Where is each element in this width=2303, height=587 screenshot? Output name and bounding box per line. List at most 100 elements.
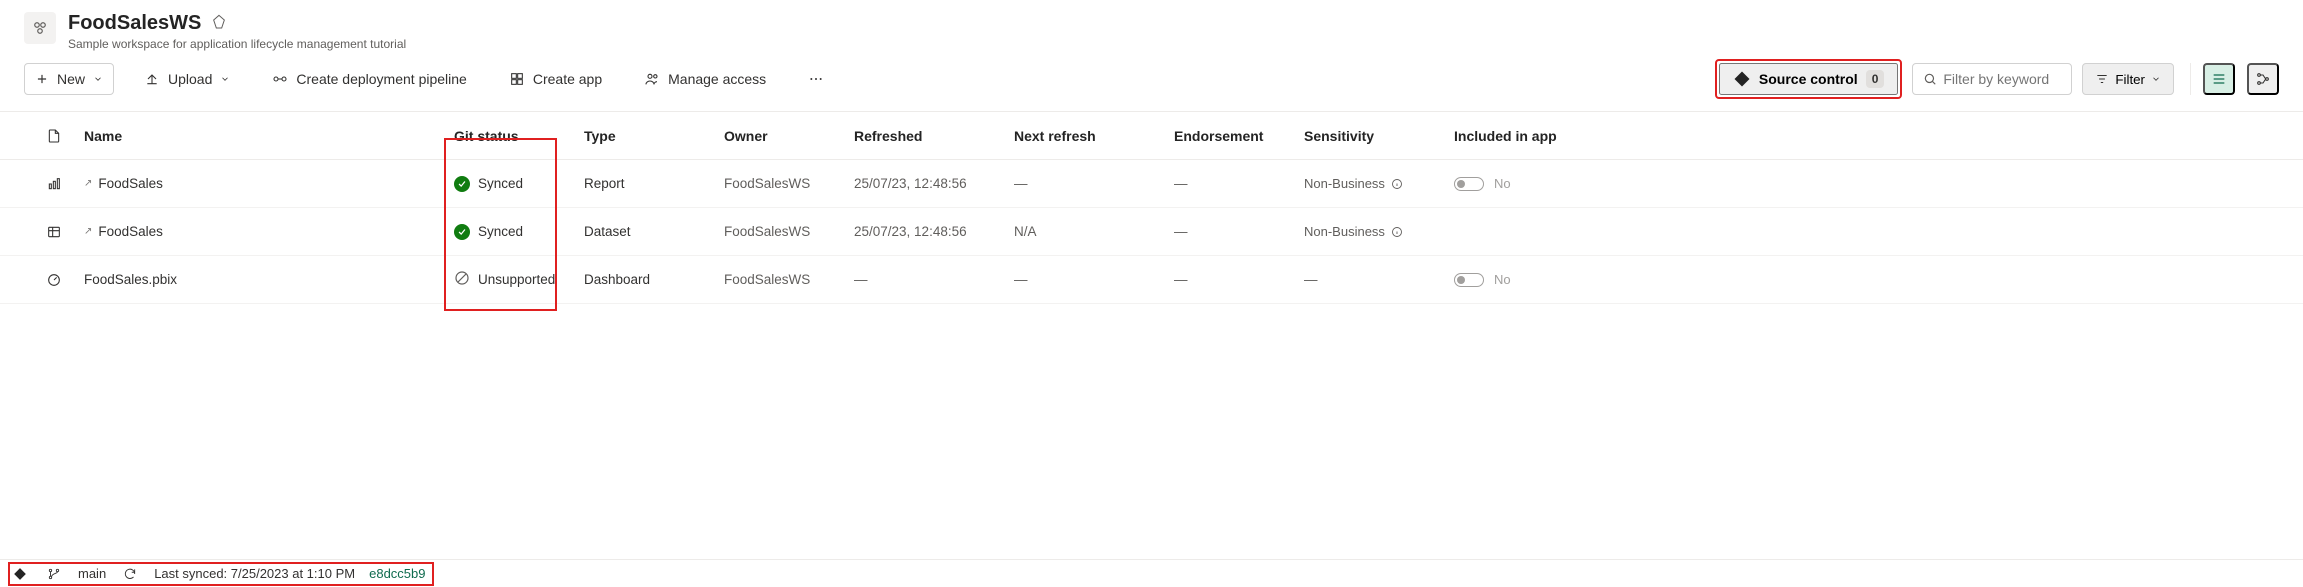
workspace-title: FoodSalesWS [68, 12, 201, 35]
owner-value: FoodSalesWS [724, 176, 854, 191]
filter-keyword-input[interactable] [1943, 71, 2061, 87]
file-icon [46, 128, 62, 144]
lineage-view-button[interactable] [2247, 63, 2279, 95]
upload-button[interactable]: Upload [132, 63, 242, 95]
endorsement-value: — [1174, 224, 1304, 239]
col-sensitivity[interactable]: Sensitivity [1304, 128, 1454, 144]
item-name[interactable]: FoodSales.pbix [84, 272, 177, 287]
owner-value: FoodSalesWS [724, 224, 854, 239]
create-app-label: Create app [533, 71, 602, 87]
toolbar: New Upload Create deployment pipeline Cr… [0, 59, 2303, 112]
workspace-header: FoodSalesWS Sample workspace for applica… [0, 0, 2303, 59]
link-caret-icon: ↗ [84, 178, 92, 189]
endorsement-value: — [1174, 176, 1304, 191]
next-refresh-value: — [1014, 272, 1174, 287]
git-status-value: Unsupported [478, 272, 555, 287]
table-header: Name Git status Type Owner Refreshed Nex… [0, 112, 2303, 160]
premium-icon [211, 14, 227, 33]
manage-access-button[interactable]: Manage access [632, 63, 778, 95]
new-button[interactable]: New [24, 63, 114, 95]
source-control-highlight: Source control 0 [1715, 59, 1902, 99]
included-value: No [1494, 176, 1511, 191]
refreshed-value: 25/07/23, 12:48:56 [854, 176, 1014, 191]
workspace-subtitle: Sample workspace for application lifecyc… [68, 37, 406, 51]
dashboard-icon [24, 272, 84, 288]
git-status-value: Synced [478, 176, 523, 191]
filter-button[interactable]: Filter [2082, 63, 2174, 95]
create-app-button[interactable]: Create app [497, 63, 614, 95]
new-label: New [57, 71, 85, 87]
sync-icon[interactable] [120, 567, 140, 581]
manage-access-label: Manage access [668, 71, 766, 87]
more-button[interactable] [796, 63, 836, 95]
col-endorsement[interactable]: Endorsement [1174, 128, 1304, 144]
item-name[interactable]: FoodSales [98, 176, 163, 191]
included-value: No [1494, 272, 1511, 287]
upload-icon [144, 71, 160, 87]
sensitivity-value: — [1304, 272, 1454, 287]
git-status-icon [454, 270, 470, 289]
list-view-button[interactable] [2203, 63, 2235, 95]
create-deployment-button[interactable]: Create deployment pipeline [260, 63, 478, 95]
lineage-icon [2255, 71, 2271, 87]
sensitivity-value: Non-Business [1304, 224, 1385, 239]
git-status-icon [454, 176, 470, 192]
people-icon [644, 71, 660, 87]
table-row[interactable]: FoodSales.pbix Unsupported DashboardFoodSa… [0, 256, 2303, 304]
more-icon [808, 71, 824, 87]
git-status-icon [454, 224, 470, 240]
sensitivity-value: Non-Business [1304, 176, 1385, 191]
col-included[interactable]: Included in app [1454, 128, 2279, 144]
next-refresh-value: — [1014, 176, 1174, 191]
item-name[interactable]: FoodSales [98, 224, 163, 239]
workspace-icon [24, 12, 56, 44]
refreshed-value: 25/07/23, 12:48:56 [854, 224, 1014, 239]
info-icon [1391, 178, 1403, 190]
git-status-value: Synced [478, 224, 523, 239]
pipeline-icon [272, 71, 288, 87]
branch-name[interactable]: main [78, 566, 106, 581]
table-row[interactable]: ↗ FoodSales Synced DatasetFoodSalesWS25/07/… [0, 208, 2303, 256]
deploy-label: Create deployment pipeline [296, 71, 466, 87]
commit-hash[interactable]: e8dcc5b9 [369, 566, 425, 581]
col-git-status[interactable]: Git status [454, 128, 584, 144]
git-icon [1733, 70, 1751, 88]
type-value: Dataset [584, 224, 724, 239]
footer-highlight: main Last synced: 7/25/2023 at 1:10 PM e… [8, 562, 434, 586]
type-value: Dashboard [584, 272, 724, 287]
filter-label: Filter [2115, 72, 2145, 87]
list-icon [2211, 71, 2227, 87]
dataset-icon [24, 224, 84, 240]
col-refreshed[interactable]: Refreshed [854, 128, 1014, 144]
last-synced-label: Last synced: 7/25/2023 at 1:10 PM [154, 566, 355, 581]
source-control-count: 0 [1866, 70, 1885, 88]
table-row[interactable]: ↗ FoodSales Synced ReportFoodSalesWS25/07/2… [0, 160, 2303, 208]
chevron-down-icon [2151, 74, 2161, 84]
col-name[interactable]: Name [84, 128, 454, 144]
col-owner[interactable]: Owner [724, 128, 854, 144]
col-next-refresh[interactable]: Next refresh [1014, 128, 1174, 144]
status-bar: main Last synced: 7/25/2023 at 1:10 PM e… [0, 559, 2303, 587]
filter-icon [2095, 72, 2109, 86]
filter-keyword-field[interactable] [1912, 63, 2072, 95]
chevron-down-icon [93, 74, 103, 84]
app-icon [509, 71, 525, 87]
owner-value: FoodSalesWS [724, 272, 854, 287]
included-toggle[interactable] [1454, 273, 1484, 287]
included-toggle[interactable] [1454, 177, 1484, 191]
type-value: Report [584, 176, 724, 191]
branch-icon [44, 567, 64, 581]
info-icon [1391, 226, 1403, 238]
search-icon [1923, 72, 1937, 86]
source-control-label: Source control [1759, 71, 1858, 87]
endorsement-value: — [1174, 272, 1304, 287]
git-icon [10, 567, 30, 581]
link-caret-icon: ↗ [84, 226, 92, 237]
plus-icon [35, 72, 49, 86]
items-table: Name Git status Type Owner Refreshed Nex… [0, 112, 2303, 304]
refreshed-value: — [854, 272, 1014, 287]
source-control-button[interactable]: Source control 0 [1719, 63, 1898, 95]
report-icon [24, 176, 84, 192]
upload-label: Upload [168, 71, 212, 87]
col-type[interactable]: Type [584, 128, 724, 144]
